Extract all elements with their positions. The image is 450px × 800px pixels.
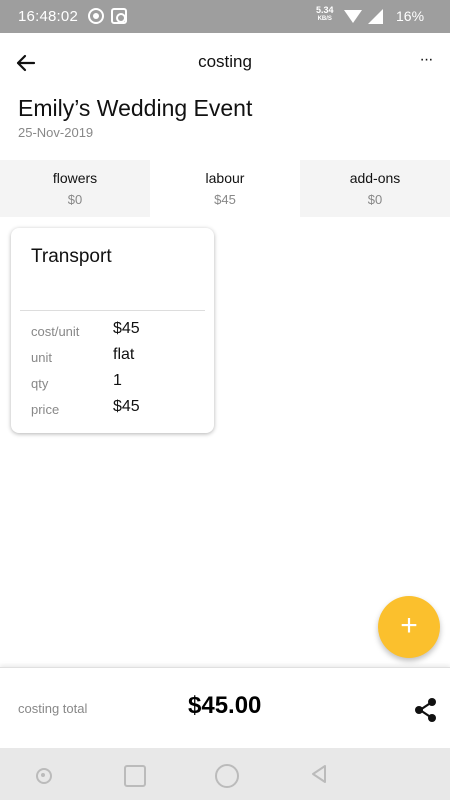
card-row-cost-unit: cost/unit $45 [31, 320, 211, 342]
card-title: Transport [31, 246, 112, 267]
tab-flowers[interactable]: flowers $0 [0, 160, 150, 217]
recents-icon[interactable] [121, 762, 146, 787]
category-tabs: flowers $0 labour $45 add-ons $0 [0, 160, 450, 217]
whatsapp-icon [88, 8, 104, 24]
tab-amount: $0 [67, 192, 83, 207]
card-row-price: price $45 [31, 398, 211, 420]
back-triangle-icon[interactable] [307, 762, 331, 786]
cost-item-card[interactable]: Transport cost/unit $45 unit flat qty 1 … [11, 228, 214, 433]
card-row-qty: qty 1 [31, 372, 211, 394]
card-row-value: $45 [113, 320, 140, 337]
costing-summary-bar: costing total $45.00 [0, 667, 450, 748]
page-title: costing [198, 52, 252, 71]
tab-labour[interactable]: labour $45 [150, 160, 300, 217]
status-bar: 16:48:02 5.34 KB/S 16% [0, 0, 450, 33]
system-nav-bar [0, 748, 450, 800]
card-row-label: unit [31, 350, 52, 365]
dot-icon[interactable] [31, 762, 55, 786]
card-divider [20, 310, 205, 311]
share-button[interactable] [412, 696, 440, 724]
more-options-button[interactable]: ··· [414, 49, 438, 73]
card-row-value: 1 [113, 372, 122, 389]
share-icon [415, 698, 436, 722]
tab-add-ons[interactable]: add-ons $0 [300, 160, 450, 217]
wifi-icon [344, 10, 362, 23]
app-header: costing ··· [0, 33, 450, 93]
network-speed-unit: KB/S [317, 16, 332, 22]
tab-amount: $0 [367, 192, 383, 207]
card-row-value: $45 [113, 398, 140, 415]
add-item-button[interactable]: + [378, 596, 440, 658]
card-row-unit: unit flat [31, 346, 211, 368]
signal-icon [368, 9, 383, 24]
home-icon[interactable] [213, 762, 239, 788]
event-title: Emily’s Wedding Event [18, 95, 253, 121]
status-time: 16:48:02 [18, 8, 78, 25]
card-row-label: qty [31, 376, 49, 391]
tab-label: labour [205, 170, 245, 186]
battery-percent: 16% [396, 8, 425, 24]
card-row-label: cost/unit [31, 324, 80, 339]
triangle-shape [312, 765, 326, 783]
costing-total-amount: $45.00 [188, 692, 262, 719]
camera-icon [111, 8, 127, 24]
card-row-label: price [31, 402, 60, 417]
event-date: 25-Nov-2019 [18, 125, 94, 140]
network-speed: 5.34 KB/S [316, 6, 334, 24]
network-speed-value: 5.34 [316, 5, 334, 15]
tab-label: flowers [52, 170, 98, 186]
tab-amount: $45 [214, 192, 236, 207]
costing-total-label: costing total [18, 701, 88, 716]
tab-label: add-ons [349, 170, 401, 186]
card-row-value: flat [113, 346, 135, 363]
